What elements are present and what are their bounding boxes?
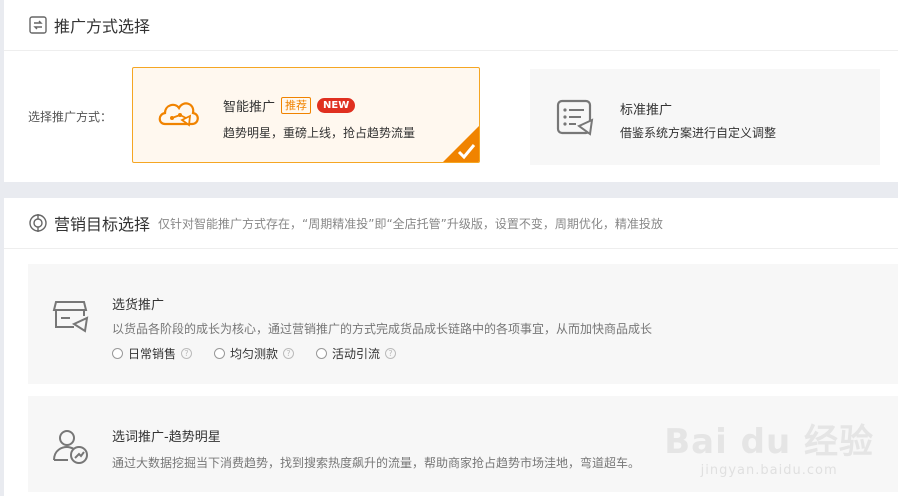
option-label: 日常销售 (128, 347, 177, 361)
marketing-goal-desc: 仅针对智能推广方式存在，“周期精准投”即“全店托管”升级版，设置不变，周期优化，… (158, 216, 663, 231)
standard-document-icon (556, 99, 594, 136)
user-trend-icon (53, 430, 88, 464)
help-icon[interactable]: ? (283, 348, 295, 359)
smart-promotion-subtitle: 趋势明星，重磅上线，抢占趋势流量 (223, 126, 416, 140)
promotion-method-title: 推广方式选择 (54, 17, 151, 36)
shop-box-icon (52, 301, 89, 333)
select-method-label: 选择推广方式： (28, 110, 113, 124)
baidu-jingyan-watermark: Bai du 经验 jingyan.baidu.com (664, 414, 874, 478)
goods-promotion-title: 选货推广 (112, 298, 165, 313)
radio-button[interactable] (112, 348, 123, 359)
radio-button[interactable] (214, 348, 226, 359)
smart-cloud-icon (158, 102, 199, 127)
standard-promotion-title: 标准推广 (620, 103, 673, 118)
goods-promotion-desc: 以货品各阶段的成长为核心，通过营销推广的方式完成货品成长链路中的各项事宜，从而加… (112, 322, 653, 336)
promotion-method-panel: 推广方式选择 选择推广方式： 智能推广 推荐 NEW 趋势明星，重磅上线，抢占趋… (4, 0, 898, 182)
target-icon (29, 214, 47, 232)
option-label: 均匀测款 (230, 347, 279, 361)
smart-promotion-title: 智能推广 (223, 100, 276, 115)
promotion-method-header: 推广方式选择 (4, 0, 898, 51)
standard-promotion-card[interactable]: 标准推广 借鉴系统方案进行自定义调整 (530, 69, 880, 165)
keyword-promotion-title: 选词推广-趋势明星 (112, 430, 221, 445)
switch-method-icon (29, 16, 47, 34)
goods-promotion-goal[interactable]: 选货推广 以货品各阶段的成长为核心，通过营销推广的方式完成货品成长链路中的各项事… (28, 264, 898, 384)
new-badge: NEW (317, 98, 356, 113)
watermark-main-text: Bai du 经验 (664, 422, 874, 462)
option-event-traffic[interactable]: 活动引流 ? (316, 345, 397, 362)
keyword-promotion-desc: 通过大数据挖掘当下消费趋势，找到搜索热度飙升的流量，帮助商家抢占趋势市场洼地，弯… (112, 456, 641, 470)
selected-check-icon (443, 126, 479, 162)
goods-goal-options: 日常销售 ? 均匀测款 ? 活动引流 ? (112, 345, 418, 362)
option-label: 活动引流 (332, 347, 381, 361)
recommend-tag: 推荐 (281, 97, 312, 114)
marketing-goal-title: 营销目标选择 (54, 215, 151, 234)
marketing-goal-header: 营销目标选择 仅针对智能推广方式存在，“周期精准投”即“全店托管”升级版，设置不… (4, 198, 898, 249)
smart-promotion-title-row: 智能推广 推荐 NEW (223, 96, 356, 115)
option-daily-sales[interactable]: 日常销售 ? (112, 345, 193, 362)
radio-button[interactable] (316, 348, 328, 359)
help-icon[interactable]: ? (181, 348, 193, 359)
help-icon[interactable]: ? (385, 348, 397, 359)
smart-promotion-card[interactable]: 智能推广 推荐 NEW 趋势明星，重磅上线，抢占趋势流量 (132, 67, 480, 163)
watermark-url-text: jingyan.baidu.com (700, 463, 838, 478)
option-even-testing[interactable]: 均匀测款 ? (214, 345, 295, 362)
standard-promotion-subtitle: 借鉴系统方案进行自定义调整 (620, 126, 777, 140)
